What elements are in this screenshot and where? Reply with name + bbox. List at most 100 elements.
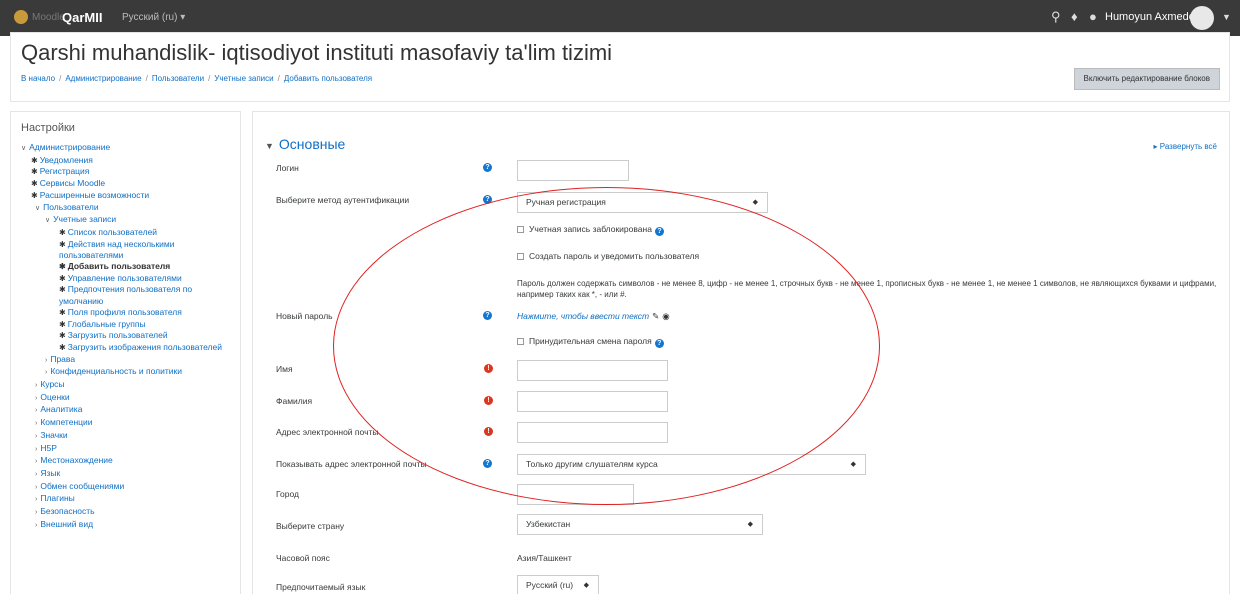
select-arrow-icon: ◆ — [850, 461, 856, 468]
sidebar-item-users[interactable]: ∨ Пользователи — [11, 202, 240, 215]
gear-icon: ✱ — [59, 227, 66, 237]
sidebar-item-profile-fields[interactable]: ✱ Поля профиля пользователя — [11, 307, 240, 319]
sidebar-item-bulk-actions[interactable]: ✱ Действия над несколькими пользователями — [11, 239, 211, 261]
settings-block: Настройки ∨ Администрирование ✱ Уведомлени… — [10, 111, 241, 594]
email-input[interactable] — [517, 422, 668, 443]
gear-icon: ✱ — [59, 285, 66, 295]
help-icon[interactable]: ? — [483, 311, 492, 320]
sidebar-item-appearance[interactable]: › Внешний вид — [11, 519, 240, 532]
sidebar-item-language[interactable]: › Язык — [11, 468, 240, 481]
sidebar-item-registration[interactable]: ✱ Регистрация — [11, 166, 240, 178]
login-input[interactable] — [517, 160, 629, 181]
chevron-down-icon: ▼ — [265, 141, 274, 151]
force-password-change-checkbox[interactable]: Принудительная смена пароля? — [517, 336, 664, 348]
top-navbar: Moodle QarMII Русский (ru) ▾ ⚲ ♦ ● Humoy… — [0, 0, 1240, 36]
breadcrumb-accounts[interactable]: Учетные записи — [214, 74, 273, 83]
breadcrumb-home[interactable]: В начало — [21, 74, 55, 83]
help-icon[interactable]: ? — [654, 339, 664, 348]
timezone-value: Азия/Ташкент — [517, 553, 572, 563]
sidebar-item-security[interactable]: › Безопасность — [11, 506, 240, 519]
sidebar-item-privacy[interactable]: › Конфиденциальность и политики — [11, 366, 240, 379]
section-general-toggle[interactable]: ▼ Основные — [265, 136, 345, 152]
turn-editing-on-button[interactable]: Включить редактирование блоков — [1073, 68, 1220, 90]
sidebar-item-h5p[interactable]: › H5P — [11, 443, 240, 456]
last-name-label: Фамилия — [276, 396, 313, 406]
help-icon[interactable]: ? — [483, 163, 492, 172]
sidebar-item-permissions[interactable]: › Права — [11, 354, 240, 367]
breadcrumb-add-user[interactable]: Добавить пользователя — [284, 74, 372, 83]
help-icon[interactable]: ? — [483, 195, 492, 204]
suspended-checkbox[interactable]: Учетная запись заблокирована? — [517, 224, 664, 236]
checkbox[interactable] — [517, 253, 524, 260]
site-brand-link[interactable]: QarMII — [62, 10, 102, 25]
sidebar-item-cohorts[interactable]: ✱ Глобальные группы — [11, 319, 240, 331]
sidebar-item-upload-users[interactable]: ✱ Загрузить пользователей — [11, 330, 240, 342]
sidebar-item-badges[interactable]: › Значки — [11, 430, 240, 443]
sidebar-item-competencies[interactable]: › Компетенции — [11, 417, 240, 430]
chevron-down-icon[interactable]: ▼ — [1222, 12, 1231, 22]
gear-icon: ✱ — [59, 342, 66, 352]
required-icon: ! — [484, 427, 493, 436]
first-name-label: Имя — [276, 364, 293, 374]
sidebar-item-notifications[interactable]: ✱ Уведомления — [11, 155, 240, 167]
sidebar-item-accounts[interactable]: ∨ Учетные записи — [11, 214, 240, 227]
first-name-input[interactable] — [517, 360, 668, 381]
checkbox[interactable] — [517, 338, 524, 345]
city-input[interactable] — [517, 484, 634, 505]
sidebar-item-upload-user-pictures[interactable]: ✱ Загрузить изображения пользователей — [11, 342, 240, 354]
sidebar-item-moodle-services[interactable]: ✱ Сервисы Moodle — [11, 178, 240, 190]
moodle-logo-text[interactable]: Moodle — [32, 12, 65, 23]
sidebar-item-add-user[interactable]: ✱ Добавить пользователя — [11, 261, 240, 273]
bell-icon[interactable]: ♦ — [1071, 9, 1078, 24]
help-icon[interactable]: ? — [654, 227, 664, 236]
pencil-icon[interactable]: ✎ — [649, 311, 659, 321]
sidebar-item-messaging[interactable]: › Обмен сообщениями — [11, 481, 240, 494]
sidebar-item-courses[interactable]: › Курсы — [11, 379, 240, 392]
timezone-label: Часовой пояс — [276, 553, 330, 563]
required-icon: ! — [484, 364, 493, 373]
select-arrow-icon: ◆ — [583, 582, 589, 589]
sidebar-item-browse-users[interactable]: ✱ Список пользователей — [11, 227, 240, 239]
search-icon[interactable]: ⚲ — [1051, 9, 1061, 25]
sidebar-item-location[interactable]: › Местонахождение — [11, 455, 240, 468]
user-avatar[interactable] — [1190, 6, 1214, 30]
chat-icon[interactable]: ● — [1089, 9, 1097, 24]
sidebar-item-advanced-features[interactable]: ✱ Расширенные возможности — [11, 190, 240, 202]
country-select[interactable]: Узбекистан ◆ — [517, 514, 763, 535]
breadcrumb-users[interactable]: Пользователи — [152, 74, 204, 83]
sidebar-item-manage-users[interactable]: ✱ Управление пользователями — [11, 273, 240, 285]
gear-icon: ✱ — [59, 319, 66, 329]
page-header: Qarshi muhandislik- iqtisodiyot institut… — [10, 32, 1230, 102]
help-icon[interactable]: ? — [483, 459, 492, 468]
breadcrumb-admin[interactable]: Администрирование — [65, 74, 141, 83]
select-arrow-icon: ◆ — [747, 521, 753, 528]
email-label: Адрес электронной почты — [276, 427, 379, 437]
expand-all-link[interactable]: ▸ Развернуть всё — [1154, 142, 1218, 151]
sidebar-item-administration[interactable]: ∨ Администрирование — [11, 142, 240, 155]
gear-icon: ✱ — [59, 307, 66, 317]
preferred-language-label: Предпочитаемый язык — [276, 582, 366, 592]
chevron-down-icon: ∨ — [45, 217, 51, 225]
user-menu-name[interactable]: Humoyun Axmedov — [1105, 11, 1200, 23]
moodle-logo-icon[interactable] — [14, 10, 28, 24]
sidebar-item-grades[interactable]: › Оценки — [11, 392, 240, 405]
gear-icon: ✱ — [59, 273, 66, 283]
breadcrumb: В начало / Администрирование / Пользователи /… — [21, 74, 373, 83]
sidebar-item-plugins[interactable]: › Плагины — [11, 493, 240, 506]
sidebar-item-user-default-preferences[interactable]: ✱ Предпочтения пользователя по умолчанию — [11, 284, 211, 306]
settings-block-title: Настройки — [21, 122, 75, 134]
password-click-to-enter[interactable]: Нажмите, чтобы ввести текст ✎ ◉ — [517, 311, 670, 322]
email-display-select[interactable]: Только другим слушателям курса ◆ — [517, 454, 866, 475]
select-arrow-icon: ◆ — [752, 199, 758, 206]
last-name-input[interactable] — [517, 391, 668, 412]
language-menu[interactable]: Русский (ru) ▾ — [122, 12, 185, 23]
sidebar-item-analytics[interactable]: › Аналитика — [11, 404, 240, 417]
preferred-language-select[interactable]: Русский (ru) ◆ — [517, 575, 599, 594]
eye-icon[interactable]: ◉ — [659, 311, 669, 321]
auth-method-select[interactable]: Ручная регистрация ◆ — [517, 192, 768, 213]
email-display-label: Показывать адрес электронной почты — [276, 459, 427, 469]
create-password-checkbox[interactable]: Создать пароль и уведомить пользователя — [517, 251, 699, 261]
checkbox[interactable] — [517, 226, 524, 233]
gear-icon: ✱ — [31, 190, 38, 200]
country-label: Выберите страну — [276, 521, 345, 531]
